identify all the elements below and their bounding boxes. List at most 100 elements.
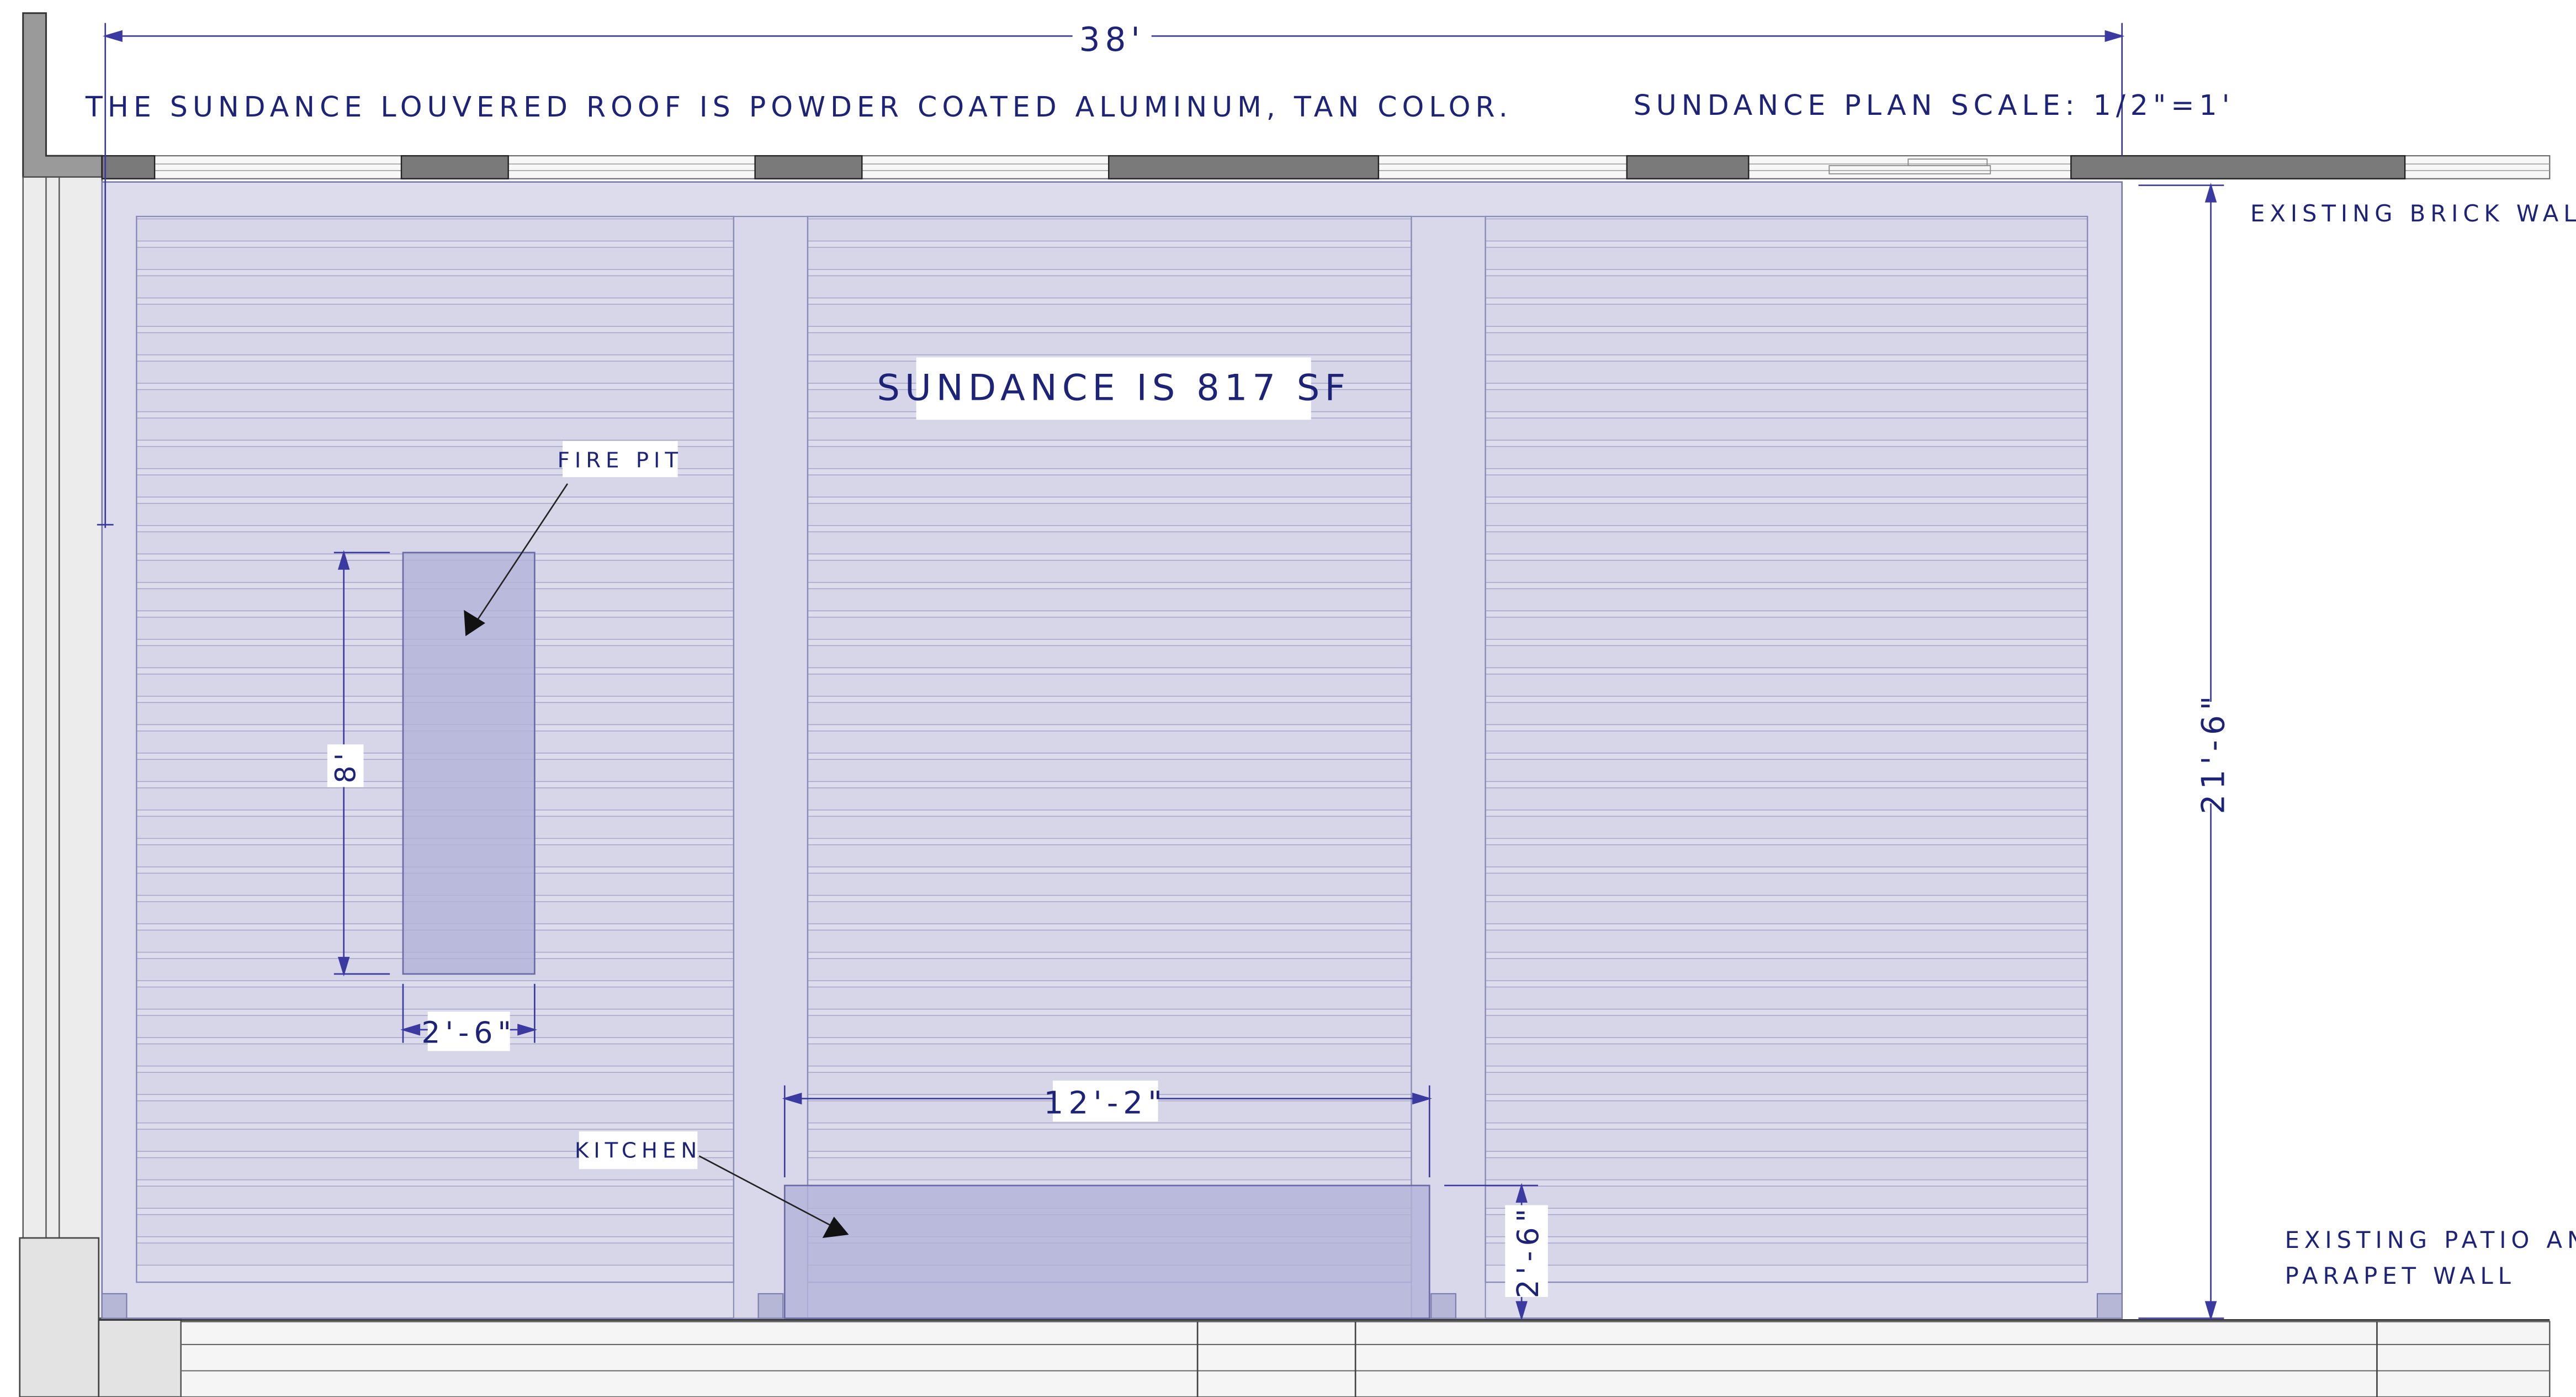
- louver-blade: [1485, 1043, 2088, 1067]
- patio-label-line-2: PARAPET WALL: [2285, 1262, 2516, 1289]
- louver-blade: [1485, 502, 2088, 526]
- louver-blade: [1485, 531, 2088, 554]
- louver-blade: [807, 616, 1412, 640]
- louver-blade: [1485, 247, 2088, 270]
- louver-blade: [807, 304, 1412, 327]
- louver-blade: [136, 218, 734, 242]
- kitchen-area: [783, 1184, 1430, 1319]
- louver-blade: [807, 844, 1412, 867]
- post-4: [2096, 1293, 2123, 1319]
- louver-blade: [1485, 1157, 2088, 1181]
- louver-blade: [1485, 1129, 2088, 1152]
- louver-blade: [807, 816, 1412, 839]
- louver-blade: [1485, 1015, 2088, 1038]
- post-3: [1430, 1293, 1456, 1319]
- louver-blade: [1485, 929, 2088, 953]
- louver-blade: [136, 531, 734, 554]
- louver-blade: [807, 731, 1412, 754]
- louver-blade: [1485, 275, 2088, 299]
- kitchen-depth-dimension: 2'-6": [1510, 1204, 1545, 1298]
- louver-blade: [136, 1072, 734, 1095]
- existing-brick-wall: [101, 155, 2551, 179]
- louver-blade: [136, 361, 734, 384]
- louver-blade: [807, 588, 1412, 612]
- louver-blade: [1485, 1242, 2088, 1266]
- louver-blade: [807, 958, 1412, 981]
- louver-blade: [1485, 446, 2088, 469]
- fire-pit-label: FIRE PIT: [558, 448, 683, 473]
- louver-blade: [136, 474, 734, 498]
- louver-blade: [136, 1214, 734, 1237]
- scale-note: SUNDANCE PLAN SCALE: 1/2"=1': [1634, 89, 2235, 121]
- louver-blade: [136, 1186, 734, 1209]
- louver-blade: [807, 417, 1412, 441]
- overall-depth-dimension: 21'-6": [2196, 691, 2232, 814]
- overall-width-dimension: 38': [1079, 21, 1145, 59]
- post-2: [757, 1293, 784, 1319]
- louver-panel-3: [1485, 218, 2088, 1266]
- louver-blade: [136, 1242, 734, 1266]
- area-label: SUNDANCE IS 817 SF: [877, 367, 1350, 409]
- louver-blade: [807, 218, 1412, 242]
- louver-blade: [1485, 218, 2088, 242]
- louver-blade: [1485, 304, 2088, 327]
- louver-blade: [807, 787, 1412, 811]
- louver-blade: [136, 389, 734, 412]
- louver-blade: [807, 929, 1412, 953]
- louver-blade: [1485, 901, 2088, 924]
- louver-blade: [807, 332, 1412, 356]
- louver-blade: [1485, 1186, 2088, 1209]
- louver-blade: [1485, 645, 2088, 669]
- louver-blade: [807, 474, 1412, 498]
- louver-blade: [807, 901, 1412, 924]
- louver-blade: [807, 674, 1412, 697]
- louver-blade: [807, 531, 1412, 554]
- louver-blade: [1485, 332, 2088, 356]
- sundance-plan-drawing: 38' THE SUNDANCE LOUVERED ROOF IS POWDER…: [0, 0, 2576, 1397]
- louver-blade: [1485, 958, 2088, 981]
- louver-blade: [807, 1043, 1412, 1067]
- louver-blade: [807, 986, 1412, 1010]
- louver-blade: [1485, 1100, 2088, 1124]
- louver-blade: [807, 1129, 1412, 1152]
- louver-blade: [807, 645, 1412, 669]
- louver-blade: [1485, 389, 2088, 412]
- louver-blade: [1485, 559, 2088, 583]
- louver-blade: [1485, 616, 2088, 640]
- louver-blade: [1485, 731, 2088, 754]
- louver-blade: [136, 275, 734, 299]
- louver-blade: [1485, 816, 2088, 839]
- louver-blade: [807, 502, 1412, 526]
- louver-blade: [136, 986, 734, 1010]
- louver-blade: [1485, 1072, 2088, 1095]
- material-note: THE SUNDANCE LOUVERED ROOF IS POWDER COA…: [85, 91, 1513, 123]
- kitchen-label: KITCHEN: [575, 1139, 702, 1163]
- louver-blade: [1485, 986, 2088, 1010]
- louver-blade: [136, 247, 734, 270]
- kitchen-length-dimension: 12'-2": [1043, 1085, 1167, 1121]
- louver-blade: [136, 332, 734, 356]
- louver-blade: [807, 1015, 1412, 1038]
- louver-blade: [1485, 361, 2088, 384]
- louver-blade: [807, 275, 1412, 299]
- louver-blade: [1485, 844, 2088, 867]
- brick-wall-label: EXISTING BRICK WALL: [2250, 200, 2576, 227]
- louver-blade: [807, 872, 1412, 896]
- louver-blade: [1485, 1214, 2088, 1237]
- louver-blade: [1485, 787, 2088, 811]
- louver-blade: [136, 502, 734, 526]
- louver-blade: [136, 304, 734, 327]
- louver-blade: [1485, 759, 2088, 782]
- louver-blade: [136, 1100, 734, 1124]
- louver-blade: [1485, 417, 2088, 441]
- louver-blade: [807, 759, 1412, 782]
- existing-patio-parapet-wall: [98, 1319, 2551, 1397]
- fire-pit-width-dimension: 2'-6": [421, 1015, 516, 1050]
- louver-blade: [807, 1157, 1412, 1181]
- louver-blade: [1485, 674, 2088, 697]
- louver-blade: [1485, 702, 2088, 726]
- louver-blade: [807, 702, 1412, 726]
- patio-label-line-1: EXISTING PATIO AND: [2285, 1226, 2576, 1253]
- fire-pit-length-dimension: 8': [330, 748, 362, 784]
- louver-blade: [1485, 588, 2088, 612]
